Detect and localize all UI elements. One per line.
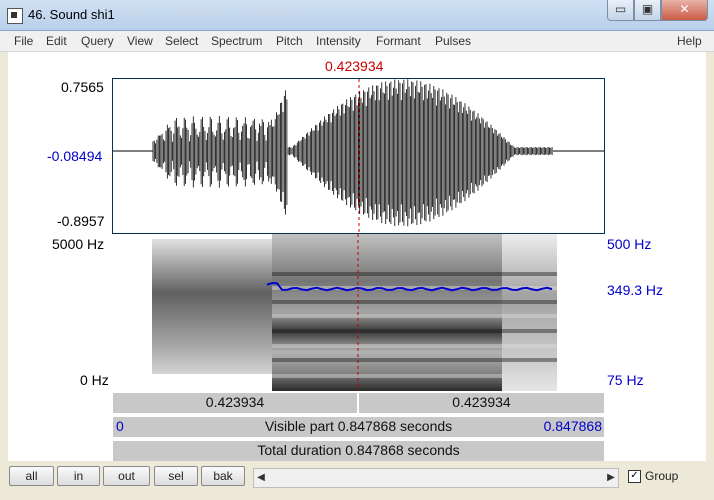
zoom-selection-button[interactable]: sel [154, 466, 198, 486]
harmonic-band [272, 300, 557, 304]
minimize-button[interactable]: ▭ [607, 0, 634, 21]
spectrogram-max-frequency-label: 5000 Hz [52, 236, 105, 252]
praat-sound-icon [7, 8, 23, 24]
harmonic-band [272, 314, 557, 318]
menu-pitch[interactable]: Pitch [276, 34, 303, 48]
waveform-plot [113, 79, 604, 233]
harmonic-band [272, 272, 557, 276]
menu-select[interactable]: Select [165, 34, 198, 48]
menu-query[interactable]: Query [81, 34, 114, 48]
scroll-left-arrow-icon[interactable]: ◀ [254, 469, 268, 487]
visible-end-label: 0.847868 [543, 418, 602, 434]
total-duration-bar[interactable]: Total duration 0.847868 seconds [112, 440, 605, 462]
amplitude-max-label: 0.7565 [61, 79, 104, 95]
menu-spectrum[interactable]: Spectrum [211, 34, 262, 48]
amplitude-min-label: -0.8957 [57, 213, 105, 229]
menu-bar: File Edit Query View Select Spectrum Pit… [0, 31, 714, 52]
visible-part-bar[interactable]: 0 Visible part 0.847868 seconds 0.847868 [112, 416, 605, 438]
visible-start-label: 0 [116, 418, 124, 434]
horizontal-scrollbar[interactable]: ◀ ▶ [253, 468, 619, 488]
blurred-title-fragment [250, 10, 295, 16]
spectrogram-panel[interactable] [112, 234, 605, 391]
zoom-out-button[interactable]: out [103, 466, 150, 486]
window-title: 46. Sound shi1 [28, 7, 115, 22]
harmonic-band [272, 374, 557, 378]
menu-intensity[interactable]: Intensity [316, 34, 361, 48]
scroll-right-arrow-icon[interactable]: ▶ [604, 469, 618, 487]
harmonic-band [272, 358, 557, 362]
menu-pulses[interactable]: Pulses [435, 34, 471, 48]
menu-help[interactable]: Help [677, 34, 702, 48]
pitch-max-label: 500 Hz [607, 236, 652, 252]
menu-view[interactable]: View [127, 34, 153, 48]
vowel-harmonic-region [272, 234, 502, 391]
menu-formant[interactable]: Formant [376, 34, 421, 48]
pitch-value-label: 349.3 Hz [607, 282, 664, 298]
right-time-bar[interactable]: 0.423934 [358, 392, 605, 414]
harmonic-band [272, 329, 557, 333]
amplitude-zero-label: -0.08494 [47, 148, 103, 164]
checkmark-icon: ✓ [630, 470, 639, 481]
harmonic-band [272, 344, 557, 348]
vowel-offset-region [502, 234, 557, 391]
spectrogram-plot [152, 234, 557, 391]
blurred-title-fragment [175, 10, 220, 16]
fricative-noise-region [152, 239, 272, 374]
left-time-bar[interactable]: 0.423934 [112, 392, 358, 414]
waveform-panel[interactable] [112, 78, 605, 234]
menu-file[interactable]: File [14, 34, 33, 48]
menu-edit[interactable]: Edit [46, 34, 67, 48]
zoom-back-button[interactable]: bak [201, 466, 245, 486]
title-bar: 46. Sound shi1 ▭ ▣ ✕ [0, 0, 714, 31]
group-checkbox[interactable]: ✓ [628, 470, 641, 483]
close-button[interactable]: ✕ [661, 0, 708, 21]
pitch-min-label: 75 Hz [607, 372, 644, 388]
group-label: Group [645, 469, 679, 483]
zoom-all-button[interactable]: all [9, 466, 54, 486]
spectrogram-min-frequency-label: 0 Hz [80, 372, 109, 388]
blurred-title-fragment [120, 10, 140, 16]
cursor-time-label: 0.423934 [325, 58, 384, 74]
zoom-in-button[interactable]: in [57, 466, 100, 486]
maximize-button[interactable]: ▣ [634, 0, 661, 21]
visible-part-label: Visible part 0.847868 seconds [264, 418, 453, 434]
